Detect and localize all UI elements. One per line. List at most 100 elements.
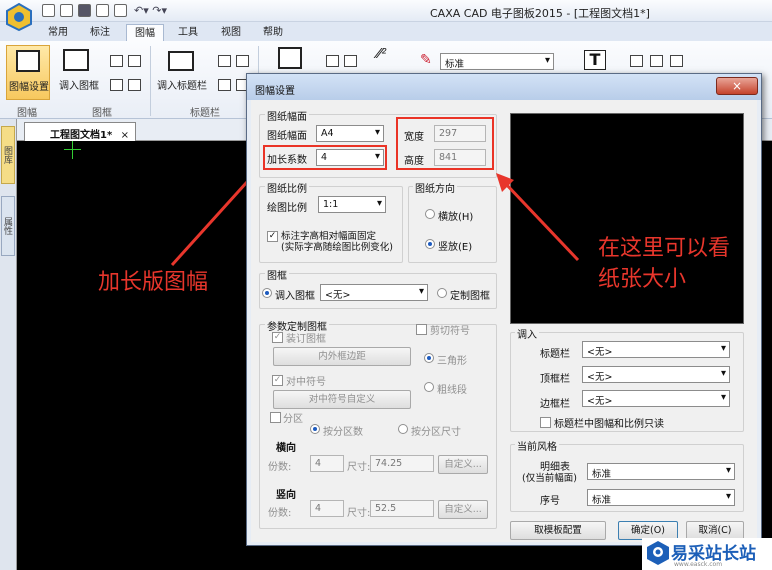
top-frame-icon[interactable] bbox=[278, 47, 302, 69]
readonly-checkbox[interactable] bbox=[540, 417, 551, 428]
dialog-titlebar[interactable] bbox=[247, 74, 761, 100]
watermark-logo-icon bbox=[646, 540, 670, 566]
tab-tools[interactable]: 工具 bbox=[170, 24, 206, 41]
load-frame-label[interactable]: 调入图框 bbox=[56, 77, 102, 92]
by-zone-size-label: 按分区尺寸 bbox=[411, 427, 461, 438]
center-mark-custom-button[interactable]: 对中符号自定义 bbox=[273, 390, 411, 409]
window-title: CAXA CAD 电子图板2015 - [工程图文档1*] bbox=[430, 7, 650, 20]
binding-frame-checkbox[interactable]: ✓ bbox=[272, 332, 283, 343]
inner-outer-margin-button[interactable]: 内外框边距 bbox=[273, 347, 411, 366]
center-mark-checkbox[interactable]: ✓ bbox=[272, 375, 283, 386]
load-frame-radio-label: 调入图框 bbox=[275, 291, 315, 302]
h-count-field[interactable]: 4 bbox=[310, 455, 344, 472]
triangle-radio[interactable] bbox=[424, 353, 434, 363]
save-icon[interactable] bbox=[78, 4, 91, 17]
v-custom-button[interactable]: 自定义... bbox=[438, 500, 488, 519]
binding-frame-label: 装订图框 bbox=[286, 334, 326, 345]
sheet-setup-button[interactable]: 图幅设置 bbox=[6, 45, 50, 100]
fixed-text-height-note: (实际字高随绘图比例变化) bbox=[281, 242, 393, 253]
sheet-size-legend: 图纸幅面 bbox=[265, 108, 309, 123]
v-count-field[interactable]: 4 bbox=[310, 500, 344, 517]
app-logo[interactable] bbox=[4, 2, 34, 32]
load-frame-icon[interactable] bbox=[63, 49, 89, 71]
frame-legend: 图框 bbox=[265, 267, 289, 282]
tab-annotate[interactable]: 标注 bbox=[82, 24, 118, 41]
watermark-subtext: www.easck.com bbox=[674, 561, 723, 568]
vertical-label: 竖向 bbox=[276, 490, 296, 501]
load-legend: 调入 bbox=[515, 326, 539, 341]
sheet-size-select[interactable]: A4 bbox=[316, 125, 384, 142]
portrait-radio[interactable] bbox=[425, 239, 435, 249]
top-block-select[interactable]: <无> bbox=[582, 366, 730, 383]
detail-table-select[interactable]: 标准 bbox=[587, 463, 735, 480]
by-zone-count-radio[interactable] bbox=[310, 424, 320, 434]
crosshair-h bbox=[64, 149, 81, 150]
tab-common[interactable]: 常用 bbox=[40, 24, 76, 41]
library-tab[interactable]: 图库 bbox=[1, 126, 15, 184]
pen-icon[interactable]: ✎ bbox=[420, 52, 432, 68]
print-settings-icon[interactable] bbox=[670, 55, 683, 67]
orientation-legend: 图纸方向 bbox=[413, 180, 457, 195]
title-block-label: 标题栏 bbox=[540, 349, 570, 360]
thick-line-radio[interactable] bbox=[424, 382, 434, 392]
zones-checkbox[interactable] bbox=[270, 412, 281, 423]
edit-frame-icon[interactable] bbox=[110, 55, 123, 67]
v-count-label: 份数: bbox=[268, 508, 292, 519]
landscape-radio[interactable] bbox=[425, 209, 435, 219]
annotation-paper-size-line2: 纸张大小 bbox=[598, 267, 687, 292]
ribbon-style-select[interactable]: 标准 bbox=[440, 53, 554, 70]
block-tool-icon[interactable] bbox=[344, 55, 357, 67]
h-custom-button[interactable]: 自定义... bbox=[438, 455, 488, 474]
group-separator bbox=[150, 46, 151, 116]
detail-icon[interactable] bbox=[630, 55, 643, 67]
sheet-icon[interactable] bbox=[96, 4, 109, 17]
horizontal-label: 横向 bbox=[276, 443, 296, 454]
scale-legend: 图纸比例 bbox=[265, 180, 309, 195]
load-frame-select[interactable]: <无> bbox=[320, 284, 428, 301]
crosshair-icon bbox=[72, 141, 73, 159]
v-size-field[interactable]: 52.5 bbox=[370, 500, 434, 517]
annotation-paper-size-line1: 在这里可以看 bbox=[598, 236, 731, 261]
custom-frame-radio[interactable] bbox=[437, 288, 447, 298]
highlight-length-factor bbox=[263, 145, 387, 170]
document-tab[interactable]: 工程图文档1* × bbox=[24, 122, 136, 141]
frame-edit-icon[interactable] bbox=[110, 79, 123, 91]
by-zone-size-radio[interactable] bbox=[398, 424, 408, 434]
undo-icon[interactable]: ↶▾ ↷▾ bbox=[134, 4, 167, 17]
tab-help[interactable]: 帮助 bbox=[255, 24, 291, 41]
open-file-icon[interactable] bbox=[60, 4, 73, 17]
title-fill-icon[interactable] bbox=[218, 79, 231, 91]
scale-select[interactable]: 1:1 bbox=[318, 196, 386, 213]
detail-edit-icon[interactable] bbox=[650, 55, 663, 67]
title-edit-icon[interactable] bbox=[218, 55, 231, 67]
frame-tool-icon[interactable] bbox=[128, 55, 141, 67]
text-style-icon[interactable]: T bbox=[584, 50, 606, 70]
dialog-close-button[interactable]: × bbox=[716, 77, 758, 95]
scale-label: 绘图比例 bbox=[267, 203, 307, 214]
landscape-label: 横放(H) bbox=[438, 212, 474, 223]
load-title-block-label[interactable]: 调入标题栏 bbox=[152, 77, 212, 92]
load-frame-radio[interactable] bbox=[262, 288, 272, 298]
frame-save-icon[interactable] bbox=[128, 79, 141, 91]
tab-sheet[interactable]: 图幅 bbox=[126, 24, 164, 41]
block-edit-icon[interactable] bbox=[326, 55, 339, 67]
new-file-icon[interactable] bbox=[42, 4, 55, 17]
cut-mark-checkbox[interactable] bbox=[416, 324, 427, 335]
fixed-text-height-checkbox[interactable]: ✓ bbox=[267, 231, 278, 242]
print-icon[interactable] bbox=[114, 4, 127, 17]
numbering-icon[interactable]: ⁄⁄² bbox=[377, 47, 387, 62]
h-count-label: 份数: bbox=[268, 462, 292, 473]
side-block-select[interactable]: <无> bbox=[582, 390, 730, 407]
title-block-select[interactable]: <无> bbox=[582, 341, 730, 358]
template-config-button[interactable]: 取模板配置 bbox=[510, 521, 606, 540]
load-title-block-icon[interactable] bbox=[168, 51, 194, 71]
readonly-label: 标题栏中图幅和比例只读 bbox=[554, 419, 664, 430]
v-size-label: 尺寸: bbox=[347, 508, 371, 519]
properties-tab[interactable]: 属性 bbox=[1, 196, 15, 256]
tab-view[interactable]: 视图 bbox=[213, 24, 249, 41]
number-select[interactable]: 标准 bbox=[587, 489, 735, 506]
document-tab-close-icon[interactable]: × bbox=[121, 130, 129, 141]
sheet-setup-label: 图幅设置 bbox=[9, 82, 49, 93]
h-size-field[interactable]: 74.25 bbox=[370, 455, 434, 472]
title-tool-icon[interactable] bbox=[236, 55, 249, 67]
